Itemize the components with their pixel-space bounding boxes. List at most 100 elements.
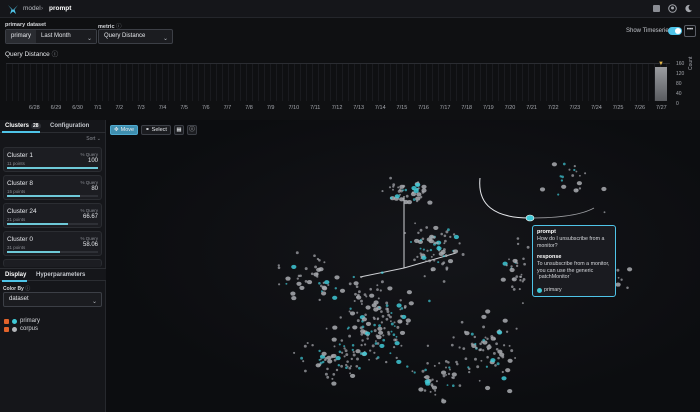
corpus-point [419,252,422,255]
cluster-name: Cluster 8 [7,180,34,187]
corpus-point [464,357,468,361]
corpus-point [293,351,296,354]
x-tick-label: 7/24 [591,105,602,111]
primary-point [349,307,352,310]
legend-label-primary: primary [20,318,41,324]
corpus-point [442,374,446,378]
docs-icon[interactable] [652,4,661,13]
chevron-down-icon: ⌄ [86,36,93,42]
corpus-point [295,251,299,255]
cluster-card-partial[interactable] [3,259,102,267]
primary-point [467,366,470,369]
corpus-point [340,339,344,342]
move-button[interactable]: ✥ Move [110,125,139,135]
corpus-point [360,343,363,347]
corpus-point [441,399,447,404]
corpus-point [576,181,582,186]
corpus-point [381,190,384,193]
cluster-card[interactable]: Cluster 24 21 points % Query 66.67 [3,203,102,228]
corpus-point [365,295,368,298]
cluster-name: Cluster 24 [7,208,37,215]
primary-point [378,324,381,328]
tooltip-response-text: To unsubscribe from a monitor, you can u… [537,261,610,280]
checkbox-corpus[interactable] [4,326,9,332]
tab-display[interactable]: Display [5,272,26,278]
primary-point [429,248,433,252]
corpus-point [429,390,432,393]
theme-toggle-icon[interactable] [684,4,693,13]
primary-time-range-select[interactable]: Last Month ⌄ [36,30,97,43]
corpus-point [316,267,322,272]
cluster-card[interactable]: Cluster 8 15 points % Query 80 [3,175,102,200]
corpus-point [620,278,623,281]
screenshot-icon[interactable]: ▦ [173,125,184,135]
corpus-point [343,355,346,358]
corpus-point [304,280,308,283]
corpus-point [601,186,607,192]
timeseries-plot[interactable] [6,63,670,101]
corpus-point [299,285,305,290]
primary-point [379,343,385,348]
corpus-point [495,342,498,346]
x-tick-label: 7/20 [504,105,516,111]
corpus-point [486,337,489,341]
corpus-point [492,351,496,355]
corpus-point [505,330,509,333]
corpus-point [615,282,621,287]
select-button[interactable]: ⚭ Select [141,125,171,135]
corpus-point [551,162,557,167]
show-timeseries-toggle[interactable] [668,27,682,35]
primary-point [485,365,489,368]
corpus-point [414,238,420,243]
tab-configuration[interactable]: Configuration [50,123,89,129]
x-tick-label: 7/16 [418,105,429,111]
github-icon[interactable] [668,4,677,13]
tab-clusters[interactable]: Clusters 28 [5,123,41,129]
cluster-card[interactable]: Cluster 1 11 points % Query 100 [3,147,102,172]
cluster-card[interactable]: Cluster 0 31 points % Query 58.06 [3,231,102,256]
corpus-point [382,334,385,337]
checkbox-primary[interactable] [4,318,9,324]
corpus-point [373,329,377,333]
info-icon[interactable]: ⓘ [186,125,197,135]
primary-point [338,350,342,354]
corpus-point [296,277,299,280]
arize-logo-icon[interactable] [7,3,19,15]
cluster-query-bar [7,223,98,225]
corpus-point [617,276,620,279]
breadcrumb-model[interactable]: model [23,5,41,12]
corpus-point [304,369,307,373]
corpus-point [387,332,391,336]
primary-point [389,196,393,200]
corpus-point [431,385,438,390]
corpus-point [444,254,448,258]
primary-dataset-picker[interactable]: primary Last Month ⌄ [5,29,98,44]
metric-select[interactable]: Query Distance ⌄ [98,29,173,44]
corpus-point [340,364,344,368]
sort-button[interactable]: Sort ⌄ [86,136,101,142]
primary-point [394,194,400,199]
timeseries-selected-bar[interactable] [655,67,667,101]
corpus-point [399,330,406,335]
cluster-name: Cluster 0 [7,236,34,243]
corpus-point [330,356,334,359]
clusters-count-badge: 28 [31,123,41,129]
corpus-point [497,356,500,360]
corpus-point [313,272,319,277]
x-tick-label: 7/12 [331,105,343,111]
corpus-point [584,172,587,175]
x-tick-label: 7/18 [461,105,473,111]
corpus-point [486,347,490,351]
tab-hyperparameters[interactable]: Hyperparameters [36,272,85,278]
corpus-point [481,314,487,319]
corpus-point [369,287,372,291]
primary-point [334,287,338,290]
corpus-point [626,286,629,290]
corpus-point [380,321,384,324]
point-cloud-view[interactable]: ✥ Move ⚭ Select ▦ ⓘ prompt How do I unsubs… [106,120,700,412]
color-by-select[interactable]: dataset ⌄ [3,292,102,307]
corpus-point [478,348,482,352]
corpus-point [313,254,316,258]
more-options-button[interactable]: ••• [684,25,696,37]
primary-point [318,349,321,353]
